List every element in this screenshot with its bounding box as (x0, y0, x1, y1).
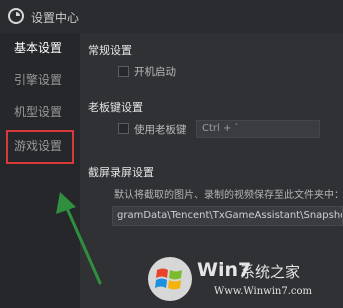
watermark-brand-cn: 系统之家 (240, 263, 301, 281)
watermark-url: Www.Winwin7.com (214, 286, 312, 297)
windows-logo-icon (148, 257, 192, 301)
